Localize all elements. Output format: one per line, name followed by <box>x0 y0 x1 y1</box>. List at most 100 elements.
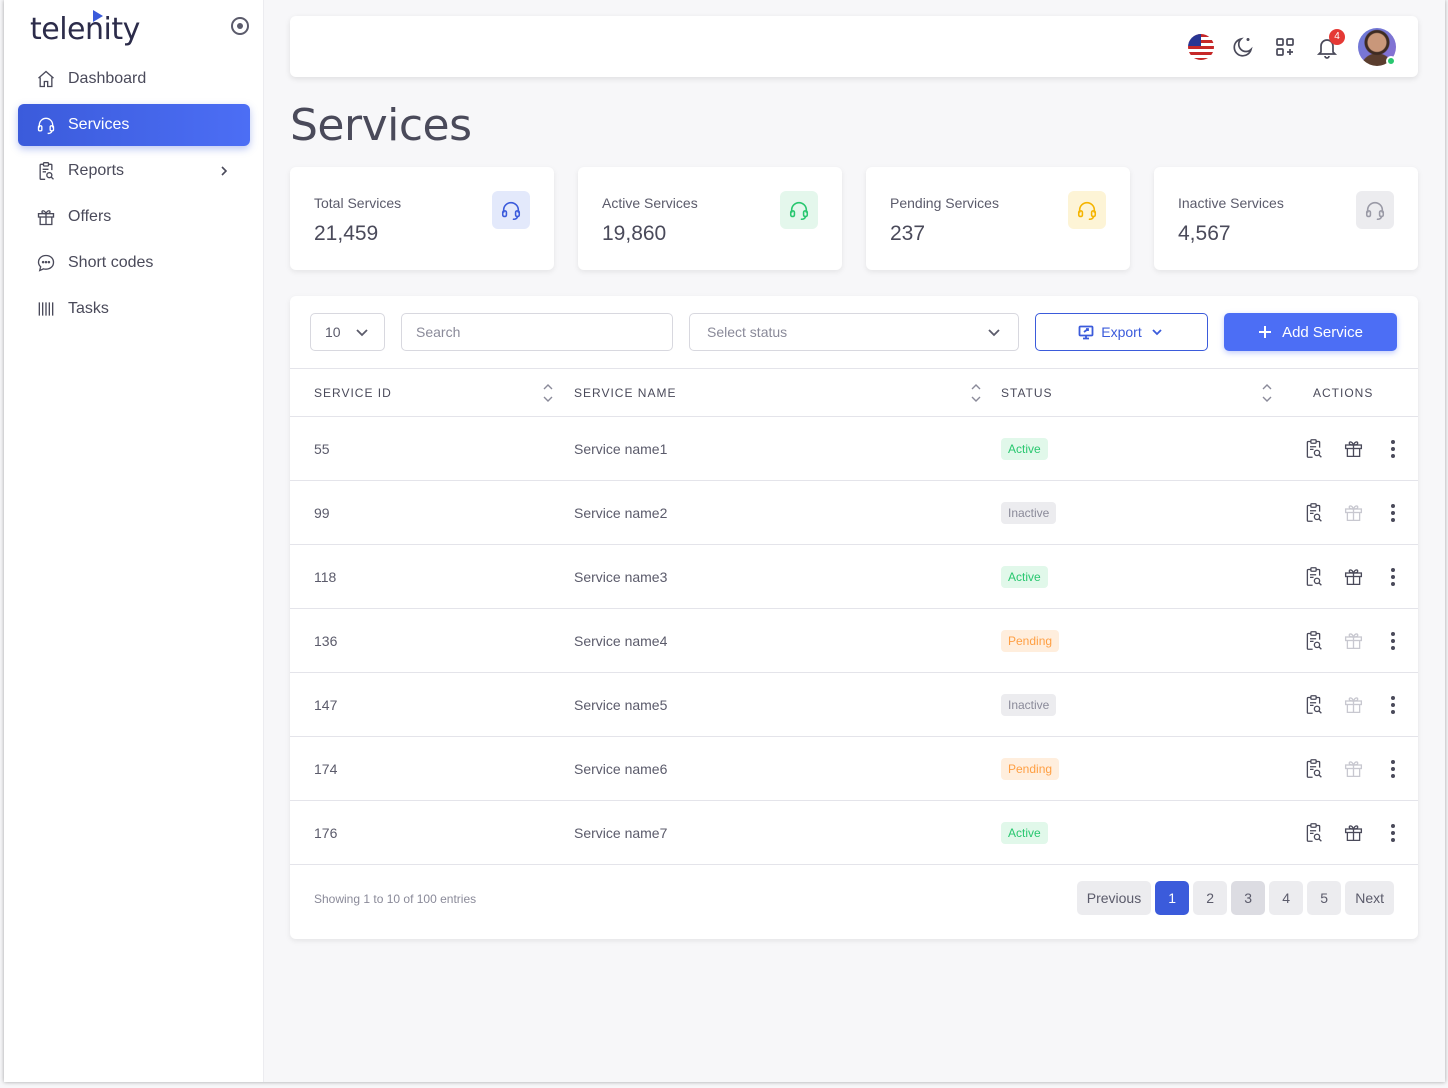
grid-plus-icon <box>1276 38 1294 56</box>
monitor-export-icon <box>1078 325 1094 340</box>
actions-cell <box>1290 672 1418 737</box>
pagination-page-1[interactable]: 1 <box>1155 881 1190 915</box>
column-header-label: SERVICE ID <box>314 385 392 400</box>
online-status-dot <box>1386 56 1396 66</box>
more-options-icon[interactable] <box>1373 565 1413 589</box>
headset-icon <box>780 191 818 229</box>
column-header-service-name[interactable]: SERVICE NAME <box>574 368 1001 417</box>
column-header-actions: ACTIONS <box>1290 368 1418 417</box>
status-badge: Active <box>1001 565 1048 588</box>
sort-icon[interactable] <box>542 381 554 405</box>
stat-card-pending: Pending Services 237 <box>866 167 1130 270</box>
status-badge: Inactive <box>1001 501 1057 524</box>
app-window: telenity Dashboard Services Reports Offe… <box>4 0 1445 1082</box>
view-report-icon[interactable] <box>1293 437 1333 461</box>
sidebar-collapse-icon[interactable] <box>231 17 249 35</box>
notifications-button[interactable]: 4 <box>1306 26 1348 68</box>
search-field[interactable] <box>401 313 673 351</box>
sidebar-item-services[interactable]: Services <box>18 104 250 146</box>
column-header-label: SERVICE NAME <box>574 385 677 400</box>
view-report-icon[interactable] <box>1293 501 1333 525</box>
page-title: Services <box>290 100 472 151</box>
gift-icon[interactable] <box>1333 629 1373 653</box>
view-report-icon[interactable] <box>1293 565 1333 589</box>
gift-icon[interactable] <box>1333 757 1373 781</box>
more-options-icon[interactable] <box>1373 757 1413 781</box>
sidebar-item-short-codes[interactable]: Short codes <box>18 242 250 284</box>
chat-bubble-icon <box>36 253 56 273</box>
service-name-cell: Service name5 <box>574 672 1001 737</box>
more-options-icon[interactable] <box>1373 821 1413 845</box>
pagination: Previous 1 2 3 4 5 Next <box>1073 881 1394 915</box>
sort-icon[interactable] <box>970 381 982 405</box>
gift-icon[interactable] <box>1333 565 1373 589</box>
page-length-value: 10 <box>325 324 341 340</box>
actions-cell <box>1290 544 1418 609</box>
more-options-icon[interactable] <box>1373 437 1413 461</box>
view-report-icon[interactable] <box>1293 693 1333 717</box>
sidebar-item-tasks[interactable]: Tasks <box>18 288 250 330</box>
pagination-previous[interactable]: Previous <box>1076 881 1152 915</box>
stat-label: Pending Services <box>890 195 999 211</box>
status-cell: Inactive <box>1001 672 1290 737</box>
stat-value: 21,459 <box>314 222 379 245</box>
pagination-next[interactable]: Next <box>1345 881 1394 915</box>
brand-logo[interactable]: telenity <box>30 12 140 47</box>
pagination-page-4[interactable]: 4 <box>1269 881 1304 915</box>
gift-icon[interactable] <box>1333 501 1373 525</box>
sidebar-item-label: Dashboard <box>68 70 147 87</box>
search-input[interactable] <box>416 324 672 340</box>
column-header-status[interactable]: STATUS <box>1001 368 1290 417</box>
view-report-icon[interactable] <box>1293 821 1333 845</box>
status-cell: Pending <box>1001 736 1290 801</box>
gift-icon[interactable] <box>1333 821 1373 845</box>
more-options-icon[interactable] <box>1373 629 1413 653</box>
column-header-service-id[interactable]: SERVICE ID <box>290 368 574 417</box>
stat-value: 4,567 <box>1178 222 1231 245</box>
clipboard-search-icon <box>36 161 56 181</box>
table-row: 118 Service name3 Active <box>290 544 1418 609</box>
barcode-icon <box>36 299 56 319</box>
pagination-page-5[interactable]: 5 <box>1307 881 1342 915</box>
more-options-icon[interactable] <box>1373 501 1413 525</box>
headset-icon <box>36 115 56 135</box>
actions-cell <box>1290 480 1418 545</box>
sidebar-item-reports[interactable]: Reports <box>18 150 250 192</box>
stat-card-active: Active Services 19,860 <box>578 167 842 270</box>
stat-card-inactive: Inactive Services 4,567 <box>1154 167 1418 270</box>
user-avatar[interactable] <box>1358 28 1396 66</box>
status-filter-select[interactable]: Select status <box>689 313 1019 351</box>
add-service-button[interactable]: Add Service <box>1224 313 1397 351</box>
moon-icon <box>1233 37 1253 57</box>
pagination-page-2[interactable]: 2 <box>1193 881 1228 915</box>
pagination-page-3[interactable]: 3 <box>1231 881 1266 915</box>
status-badge: Pending <box>1001 757 1060 780</box>
sidebar-item-dashboard[interactable]: Dashboard <box>18 58 250 100</box>
sidebar-item-offers[interactable]: Offers <box>18 196 250 238</box>
gift-icon[interactable] <box>1333 693 1373 717</box>
sidebar-item-label: Reports <box>68 162 125 179</box>
view-report-icon[interactable] <box>1293 757 1333 781</box>
status-badge: Inactive <box>1001 693 1057 716</box>
gift-icon <box>36 207 56 227</box>
theme-toggle[interactable] <box>1222 26 1264 68</box>
more-options-icon[interactable] <box>1373 693 1413 717</box>
sidebar-item-label: Services <box>68 116 130 133</box>
shortcuts-button[interactable] <box>1264 26 1306 68</box>
table-row: 147 Service name5 Inactive <box>290 672 1418 737</box>
language-switcher[interactable] <box>1180 26 1222 68</box>
actions-cell <box>1290 608 1418 673</box>
sidebar-item-label: Tasks <box>68 300 109 317</box>
service-id-cell: 118 <box>290 544 574 609</box>
chevron-down-icon <box>1152 329 1162 336</box>
sort-icon[interactable] <box>1261 381 1273 405</box>
sidebar: telenity Dashboard Services Reports Offe… <box>4 0 264 1082</box>
view-report-icon[interactable] <box>1293 629 1333 653</box>
status-badge: Active <box>1001 821 1048 844</box>
page-length-select[interactable]: 10 <box>310 313 385 351</box>
table-row: 176 Service name7 Active <box>290 800 1418 865</box>
stat-card-total: Total Services 21,459 <box>290 167 554 270</box>
gift-icon[interactable] <box>1333 437 1373 461</box>
export-button[interactable]: Export <box>1035 313 1208 351</box>
stat-value: 19,860 <box>602 222 667 245</box>
